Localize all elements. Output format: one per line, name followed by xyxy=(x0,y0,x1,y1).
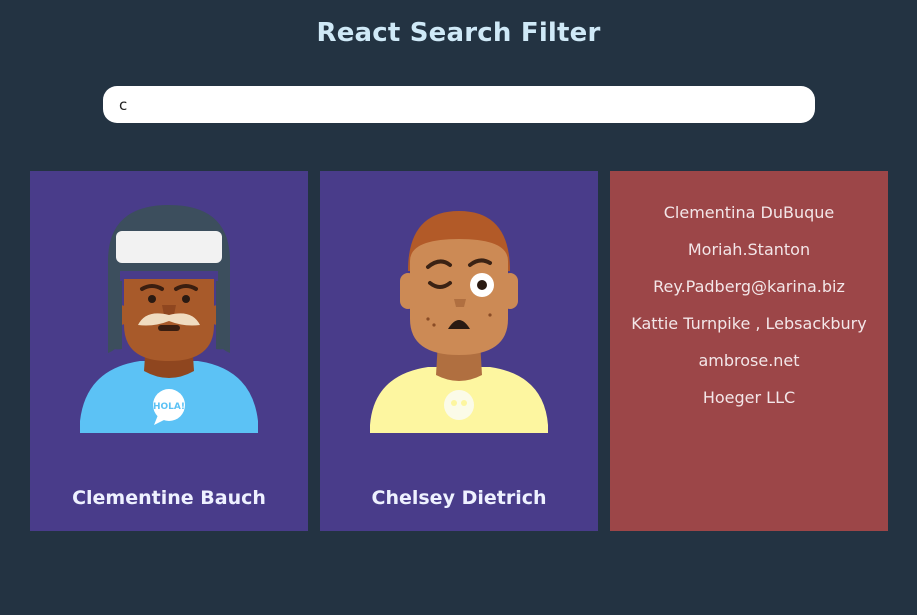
detail-email: Rey.Padberg@karina.biz xyxy=(653,277,845,296)
user-card-chelsey-dietrich[interactable]: Chelsey Dietrich xyxy=(320,171,598,531)
app-page: React Search Filter c HOLA! Clementine B… xyxy=(0,0,917,615)
page-title: React Search Filter xyxy=(316,18,601,48)
user-detail-card[interactable]: Clementina DuBuque Moriah.Stanton Rey.Pa… xyxy=(610,171,888,531)
winking-boy-avatar-icon xyxy=(370,211,548,433)
detail-company: Hoeger LLC xyxy=(702,388,796,407)
user-card-clementine-bauch[interactable]: HOLA! Clementine Bauch xyxy=(30,171,308,531)
detail-address: Kattie Turnpike , Lebsackbury xyxy=(631,314,867,333)
detail-name: Clementina DuBuque xyxy=(663,203,835,222)
mustache-man-avatar-icon: HOLA! xyxy=(80,205,258,433)
search-input[interactable] xyxy=(103,86,815,123)
detail-website: ambrose.net xyxy=(698,351,800,370)
card-name: Clementine Bauch xyxy=(72,487,266,509)
detail-username: Moriah.Stanton xyxy=(687,240,811,259)
card-name: Chelsey Dietrich xyxy=(371,487,547,509)
svg-text:HOLA!: HOLA! xyxy=(153,402,185,412)
user-details: Clementina DuBuque Moriah.Stanton Rey.Pa… xyxy=(610,203,888,425)
